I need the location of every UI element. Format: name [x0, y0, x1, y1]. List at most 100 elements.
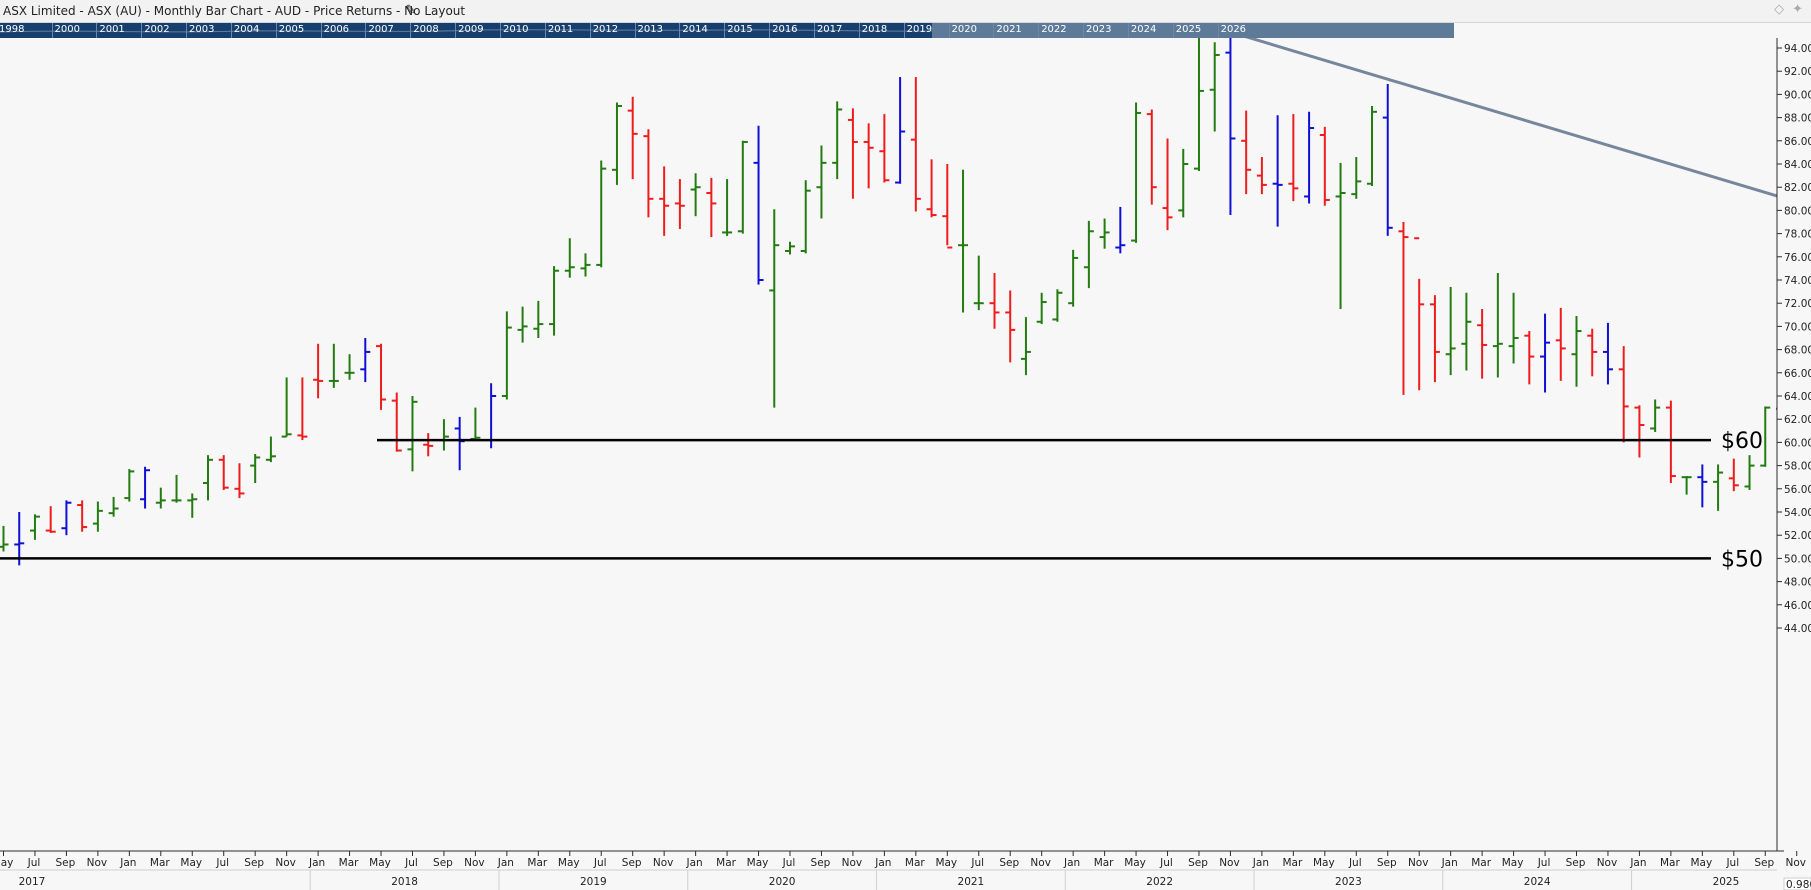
navigator-tick [320, 23, 322, 38]
date-range-navigator[interactable]: 1998 2000 2001 2002 2003 2004 2005 2006 2007 2008… [0, 23, 1454, 38]
month-label: Jul [215, 857, 229, 869]
year-label: 2021 [958, 876, 985, 888]
chart-background [0, 38, 1811, 890]
corner-value: 0.9860 [1786, 879, 1811, 890]
price-tick-label: 58.00 [1784, 461, 1811, 473]
navigator-year-2012: 2012 [592, 24, 619, 35]
window-controls: ◇ ✦ [1766, 2, 1803, 17]
price-tick-label: 52.00 [1784, 530, 1811, 542]
month-label: May [558, 857, 580, 869]
year-label: 2019 [580, 876, 607, 888]
month-label: Mar [905, 857, 925, 869]
month-label: Sep [1377, 857, 1397, 869]
month-label: Jul [1725, 857, 1739, 869]
month-label: Nov [842, 857, 863, 869]
month-label: Jan [686, 857, 703, 869]
price-tick-label: 90.00 [1784, 89, 1811, 101]
edit-pencil-icon[interactable]: ✎ [405, 3, 416, 18]
window-titlebar: ASX Limited - ASX (AU) - Monthly Bar Cha… [0, 0, 1811, 23]
pin-icon[interactable]: ✦ [1792, 2, 1803, 17]
month-label: May [747, 857, 769, 869]
navigator-year-2000: 2000 [54, 24, 80, 35]
navigator-tick [1127, 23, 1129, 38]
navigator-tick [769, 23, 771, 38]
price-tick-label: 44.00 [1784, 623, 1811, 635]
month-label: May [1124, 857, 1146, 869]
month-label: Mar [339, 857, 359, 869]
year-label: 2018 [391, 876, 418, 888]
navigator-year-2021: 2021 [996, 24, 1022, 35]
month-label: Jan [1629, 857, 1646, 869]
year-label: 2023 [1335, 876, 1362, 888]
month-label: Sep [1188, 857, 1208, 869]
navigator-year-2011: 2011 [547, 24, 574, 35]
month-label: Sep [1566, 857, 1586, 869]
navigator-year-2023: 2023 [1086, 24, 1112, 35]
price-tick-label: 54.00 [1784, 507, 1811, 519]
price-tick-label: 92.00 [1784, 66, 1811, 78]
month-label: Mar [527, 857, 547, 869]
navigator-year-2026: 2026 [1220, 24, 1247, 35]
month-label: Nov [275, 857, 296, 869]
month-label: Sep [622, 857, 642, 869]
price-axis: 44.00 46.00 48.00 50.00 52.00 54.00 56.00 58.00… [1776, 38, 1811, 890]
navigator-tick [96, 23, 98, 38]
navigator-tick [1038, 23, 1040, 38]
month-label: Jul [404, 857, 418, 869]
horizontal-level-label: $60 [1721, 429, 1763, 454]
month-label: May [1313, 857, 1335, 869]
price-tick-label: 70.00 [1784, 321, 1811, 333]
navigator-tick [858, 23, 860, 38]
month-label: Nov [653, 857, 674, 869]
month-label: Jul [1537, 857, 1551, 869]
navigator-tick [141, 23, 143, 38]
navigator-year-2017: 2017 [816, 24, 843, 35]
navigator-tick [1083, 23, 1085, 38]
navigator-tick [410, 23, 412, 38]
navigator-tick [634, 23, 636, 38]
navigator-year-2019: 2019 [906, 24, 933, 35]
navigator-year-2006: 2006 [323, 24, 350, 35]
navigator-year-2007: 2007 [368, 24, 394, 35]
month-label: Mar [716, 857, 736, 869]
price-tick-label: 62.00 [1784, 414, 1811, 426]
month-label: Mar [1471, 857, 1491, 869]
navigator-tick [724, 23, 726, 38]
price-tick-label: 72.00 [1784, 298, 1811, 310]
month-label: May [935, 857, 957, 869]
navigator-year-2018: 2018 [861, 24, 888, 35]
month-label: May [1502, 857, 1524, 869]
price-tick-label: 80.00 [1784, 205, 1811, 217]
price-tick-label: 84.00 [1784, 159, 1811, 171]
month-label: May [0, 857, 13, 869]
month-label: Jan [1441, 857, 1458, 869]
price-chart[interactable]: $60 $50 44.00 46.00 48.00 50.00 52.00 54.00 56.… [0, 38, 1811, 890]
navigator-year-2020: 2020 [951, 24, 977, 35]
navigator-tick [51, 23, 53, 38]
horizontal-level-label: $50 [1721, 547, 1763, 572]
diamond-icon[interactable]: ◇ [1774, 2, 1784, 17]
price-tick-label: 76.00 [1784, 252, 1811, 264]
month-label: Mar [1660, 857, 1680, 869]
month-label: Mar [150, 857, 170, 869]
price-tick-label: 60.00 [1784, 437, 1811, 449]
month-label: Jan [1252, 857, 1269, 869]
navigator-year-2014: 2014 [682, 24, 708, 35]
price-tick-label: 74.00 [1784, 275, 1811, 287]
month-label: Jul [27, 857, 41, 869]
navigator-year-2008: 2008 [413, 24, 439, 35]
month-label: Sep [999, 857, 1019, 869]
price-tick-label: 48.00 [1784, 577, 1811, 589]
year-label: 2020 [769, 876, 796, 888]
time-axis: May Jul Sep Nov Jan Mar May Jul Sep Nov Jan Mar May J… [0, 850, 1806, 890]
price-tick-label: 50.00 [1784, 553, 1811, 565]
navigator-tick [993, 23, 995, 38]
navigator-tick [455, 23, 457, 38]
month-label: Jul [1348, 857, 1362, 869]
month-label: Jul [1159, 857, 1173, 869]
month-label: Sep [56, 857, 76, 869]
price-tick-label: 68.00 [1784, 345, 1811, 357]
year-label: 2025 [1713, 876, 1740, 888]
month-label: May [1690, 857, 1712, 869]
navigator-year-2002: 2002 [144, 24, 170, 35]
